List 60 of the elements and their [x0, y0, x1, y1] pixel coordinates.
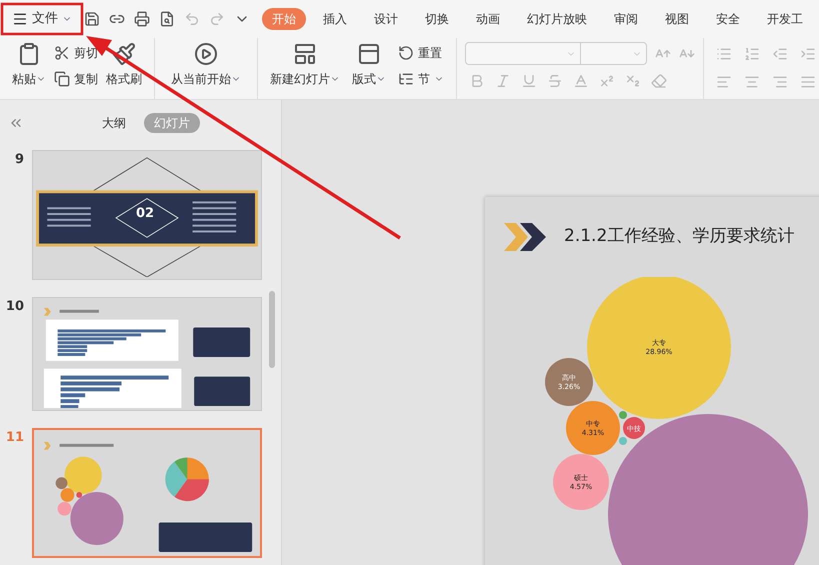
new-slide-icon — [293, 42, 317, 66]
font-color-icon[interactable] — [573, 73, 589, 89]
play-from-current-button[interactable]: 从当前开始 — [171, 42, 241, 88]
copy-button[interactable]: 复制 — [54, 70, 98, 88]
format-painter-button[interactable]: 格式刷 — [106, 42, 142, 88]
menu-icon — [12, 11, 28, 27]
scissors-icon — [54, 45, 70, 61]
superscript-icon[interactable] — [599, 73, 615, 89]
new-slide-button[interactable]: 新建幻灯片 — [270, 42, 340, 88]
ribbon-tab[interactable]: 视图 — [655, 8, 699, 30]
undo-icon[interactable] — [184, 11, 200, 27]
reset-button[interactable]: 重置 — [398, 44, 444, 62]
play-icon — [194, 42, 218, 66]
brush-icon — [112, 42, 136, 66]
font-name-field[interactable] — [465, 42, 581, 65]
ribbon-tab[interactable]: 开发工 — [757, 8, 813, 30]
cut-button[interactable]: 剪切 — [54, 44, 98, 62]
slide-number: 11 — [4, 429, 24, 447]
layout-button[interactable]: 版式 — [352, 42, 386, 88]
underline-icon[interactable] — [521, 73, 537, 89]
section-number: 02 — [136, 205, 154, 223]
section-icon — [398, 71, 414, 87]
slide-number: 10 — [4, 298, 24, 316]
slide-number: 9 — [14, 151, 24, 169]
save-icon[interactable] — [84, 11, 100, 27]
ribbon-tab[interactable]: 幻灯片放映 — [517, 8, 597, 30]
justify-icon[interactable] — [800, 74, 816, 90]
clipboard-icon — [17, 42, 41, 66]
redo-icon[interactable] — [209, 11, 225, 27]
ribbon-tab[interactable]: 审阅 — [604, 8, 648, 30]
chevron-icon — [504, 223, 546, 251]
paste-button[interactable]: 粘贴 — [12, 42, 46, 88]
print-icon[interactable] — [134, 11, 150, 27]
eraser-icon[interactable] — [651, 73, 667, 89]
subscript-icon[interactable] — [625, 73, 641, 89]
ribbon-tab[interactable]: 动画 — [466, 8, 510, 30]
ribbon-tab[interactable]: 切换 — [415, 8, 459, 30]
copy-icon — [54, 71, 70, 87]
scrollbar-thumb[interactable] — [269, 291, 275, 368]
layout-icon — [357, 42, 381, 66]
align-left-icon[interactable] — [716, 74, 732, 90]
outdent-icon[interactable] — [772, 46, 788, 62]
indent-icon[interactable] — [800, 46, 816, 62]
preview-icon[interactable] — [159, 11, 175, 27]
reset-icon — [398, 45, 414, 61]
ribbon-tab[interactable]: 设计 — [364, 8, 408, 30]
ribbon-tab[interactable]: 安全 — [706, 8, 750, 30]
ribbon-tab[interactable]: 插入 — [313, 8, 357, 30]
file-menu-button[interactable]: 文件 — [12, 9, 72, 29]
align-right-icon[interactable] — [772, 74, 788, 90]
panel-tab[interactable]: 大纲 — [92, 113, 136, 133]
italic-icon[interactable] — [495, 73, 511, 89]
font-size-field[interactable] — [581, 42, 647, 65]
align-center-icon[interactable] — [744, 74, 760, 90]
slide-title: 2.1.2工作经验、学历要求统计 — [564, 225, 794, 248]
strikethrough-icon[interactable] — [547, 73, 563, 89]
numbered-list-icon[interactable] — [744, 46, 760, 62]
slide-thumbnail[interactable]: 02 — [32, 150, 262, 280]
bullet-list-icon[interactable] — [716, 46, 732, 62]
section-button[interactable]: 节 — [398, 70, 444, 88]
